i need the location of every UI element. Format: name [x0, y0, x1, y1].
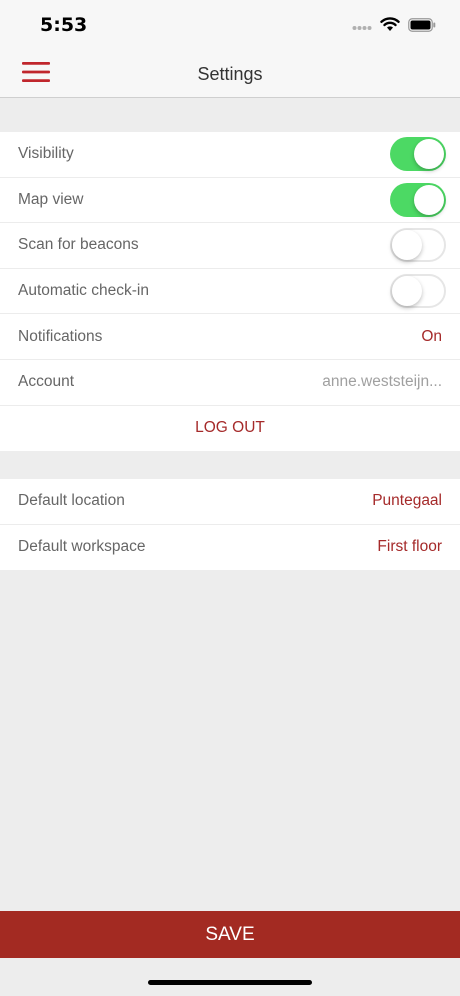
visibility-toggle[interactable] [390, 137, 446, 172]
setting-row-notifications[interactable]: Notifications On [0, 314, 460, 360]
toggle-knob [414, 184, 444, 215]
logout-button[interactable]: LOG OUT [195, 419, 265, 437]
setting-row-auto-checkin: Automatic check-in [0, 269, 460, 315]
setting-label: Map view [18, 190, 84, 208]
setting-label: Notifications [18, 327, 103, 345]
battery-icon [408, 17, 436, 37]
settings-group-main: Visibility Map view Scan for beacons Aut… [0, 132, 460, 452]
wifi-icon [380, 17, 400, 37]
save-button[interactable]: SAVE [0, 911, 460, 958]
setting-label: Scan for beacons [18, 236, 139, 254]
auto-checkin-toggle[interactable] [390, 274, 446, 309]
setting-label: Default location [18, 492, 125, 510]
default-workspace-value: First floor [377, 538, 442, 556]
account-value: anne.weststeijn... [322, 373, 442, 391]
status-bar: 5:53 [0, 0, 460, 50]
setting-row-scan-beacons: Scan for beacons [0, 223, 460, 269]
cellular-dots-icon [352, 18, 372, 36]
setting-row-account: Account anne.weststeijn... [0, 360, 460, 406]
setting-row-default-workspace[interactable]: Default workspace First floor [0, 525, 460, 571]
home-indicator [148, 980, 312, 985]
notifications-value: On [421, 327, 442, 345]
default-location-value: Puntegaal [372, 492, 442, 510]
toggle-knob [414, 139, 444, 170]
status-time: 5:53 [40, 14, 88, 36]
setting-label: Default workspace [18, 538, 146, 556]
toggle-knob [392, 230, 422, 261]
map-view-toggle[interactable] [390, 182, 446, 217]
setting-label: Automatic check-in [18, 282, 149, 300]
settings-group-defaults: Default location Puntegaal Default works… [0, 479, 460, 571]
setting-row-default-location[interactable]: Default location Puntegaal [0, 479, 460, 525]
nav-bar: Settings [0, 50, 460, 98]
setting-label: Account [18, 373, 75, 391]
page-title: Settings [197, 64, 263, 84]
setting-row-map-view: Map view [0, 178, 460, 224]
scan-beacons-toggle[interactable] [390, 228, 446, 263]
setting-row-visibility: Visibility [0, 132, 460, 178]
status-icons [352, 17, 436, 37]
logout-row: LOG OUT [0, 406, 460, 452]
toggle-knob [392, 276, 422, 307]
setting-label: Visibility [18, 145, 74, 163]
